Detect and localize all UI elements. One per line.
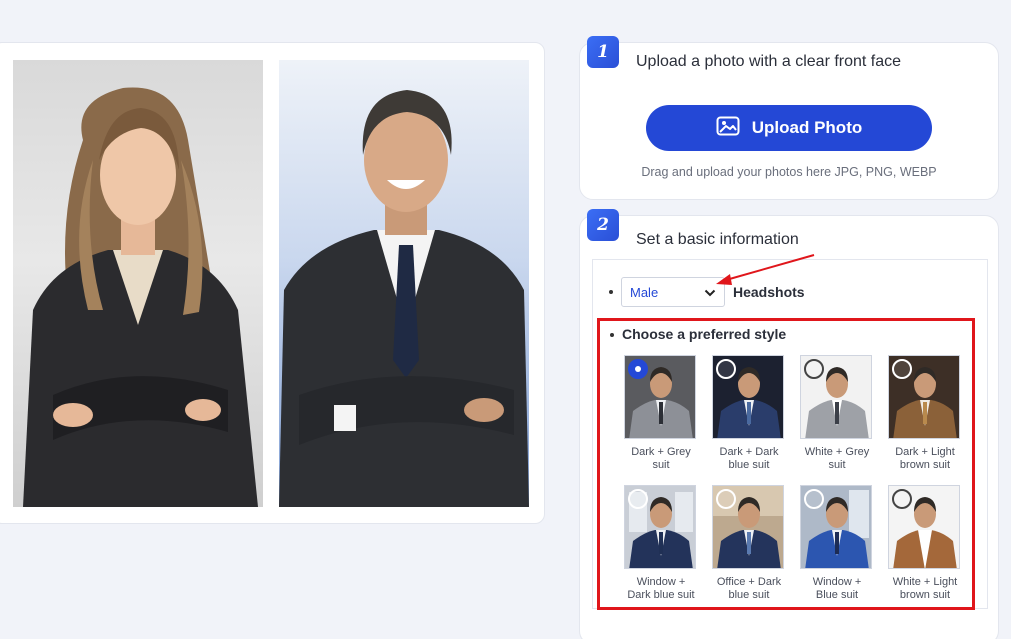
- style-label-line1: Window +: [812, 576, 862, 588]
- gender-select[interactable]: Male: [621, 277, 725, 307]
- style-label-line2: blue suit: [728, 589, 770, 601]
- style-radio[interactable]: [892, 359, 912, 379]
- style-label-line1: Office + Dark: [716, 576, 782, 588]
- style-radio[interactable]: [716, 489, 736, 509]
- style-radio[interactable]: [804, 359, 824, 379]
- style-option-white-grey[interactable]: White + Grey suit: [800, 355, 874, 472]
- gender-value: Male: [630, 284, 659, 300]
- style-option-dark-light-brown[interactable]: Dark + Light brown suit: [888, 355, 962, 472]
- style-thumbnail: [712, 485, 784, 569]
- example-showcase: [0, 42, 545, 524]
- style-label-line2: suit: [828, 459, 846, 471]
- style-radio[interactable]: [628, 489, 648, 509]
- upload-photo-label: Upload Photo: [751, 118, 863, 137]
- bullet: [610, 333, 614, 337]
- info-form: Male Headshots Choose a preferred style: [592, 259, 988, 610]
- style-label-line2: blue suit: [728, 459, 770, 471]
- image-icon: [716, 116, 740, 141]
- style-radio[interactable]: [628, 359, 648, 379]
- step-2-title: Set a basic information: [636, 231, 799, 248]
- upload-hint: Drag and upload your photos here JPG, PN…: [641, 165, 937, 179]
- style-label-line2: brown suit: [899, 589, 951, 601]
- style-option-office-dark-blue[interactable]: Office + Dark blue suit: [712, 485, 786, 602]
- style-option-window-blue[interactable]: Window + Blue suit: [800, 485, 874, 602]
- style-label-line1: White + Grey: [804, 446, 870, 458]
- style-thumbnail: [712, 355, 784, 439]
- style-radio[interactable]: [892, 489, 912, 509]
- style-title: Choose a preferred style: [622, 326, 787, 342]
- style-option-window-dark-blue[interactable]: Window + Dark blue suit: [624, 485, 698, 602]
- style-label-line2: suit: [652, 459, 670, 471]
- style-label-line1: Window +: [636, 576, 686, 588]
- example-photo-man: [279, 60, 529, 507]
- style-label-line2: Dark blue suit: [627, 589, 695, 601]
- style-label-line1: Dark + Grey: [631, 446, 691, 458]
- style-selection-highlight: Choose a preferred style Dark + Grey sui…: [597, 318, 975, 610]
- style-label-line1: White + Light: [892, 576, 958, 588]
- style-label-line2: Blue suit: [815, 589, 859, 601]
- annotation-arrow: [716, 254, 815, 285]
- style-option-dark-dark-blue[interactable]: Dark + Dark blue suit: [712, 355, 786, 472]
- style-radio[interactable]: [716, 359, 736, 379]
- style-label-line2: brown suit: [899, 459, 951, 471]
- style-thumbnail: [624, 485, 696, 569]
- style-thumbnail: [888, 355, 960, 439]
- style-label-line1: Dark + Dark: [719, 446, 779, 458]
- upload-photo-button[interactable]: Upload Photo: [646, 105, 932, 151]
- style-option-white-light-brown[interactable]: White + Light brown suit: [888, 485, 962, 602]
- example-photo-woman: [13, 60, 263, 507]
- style-label-line1: Dark + Light: [895, 446, 955, 458]
- style-radio[interactable]: [804, 489, 824, 509]
- style-thumbnail: [888, 485, 960, 569]
- upload-panel: 1 Upload a photo with a clear front face…: [579, 36, 999, 200]
- step-2-badge: 2: [587, 209, 619, 241]
- style-thumbnail: [624, 355, 696, 439]
- style-thumbnail: [800, 355, 872, 439]
- step-1-badge: 1: [587, 36, 619, 68]
- step-1-title: Upload a photo with a clear front face: [636, 53, 902, 70]
- style-thumbnail: [800, 485, 872, 569]
- bullet: [609, 290, 613, 294]
- style-option-dark-grey[interactable]: Dark + Grey suit: [624, 355, 698, 472]
